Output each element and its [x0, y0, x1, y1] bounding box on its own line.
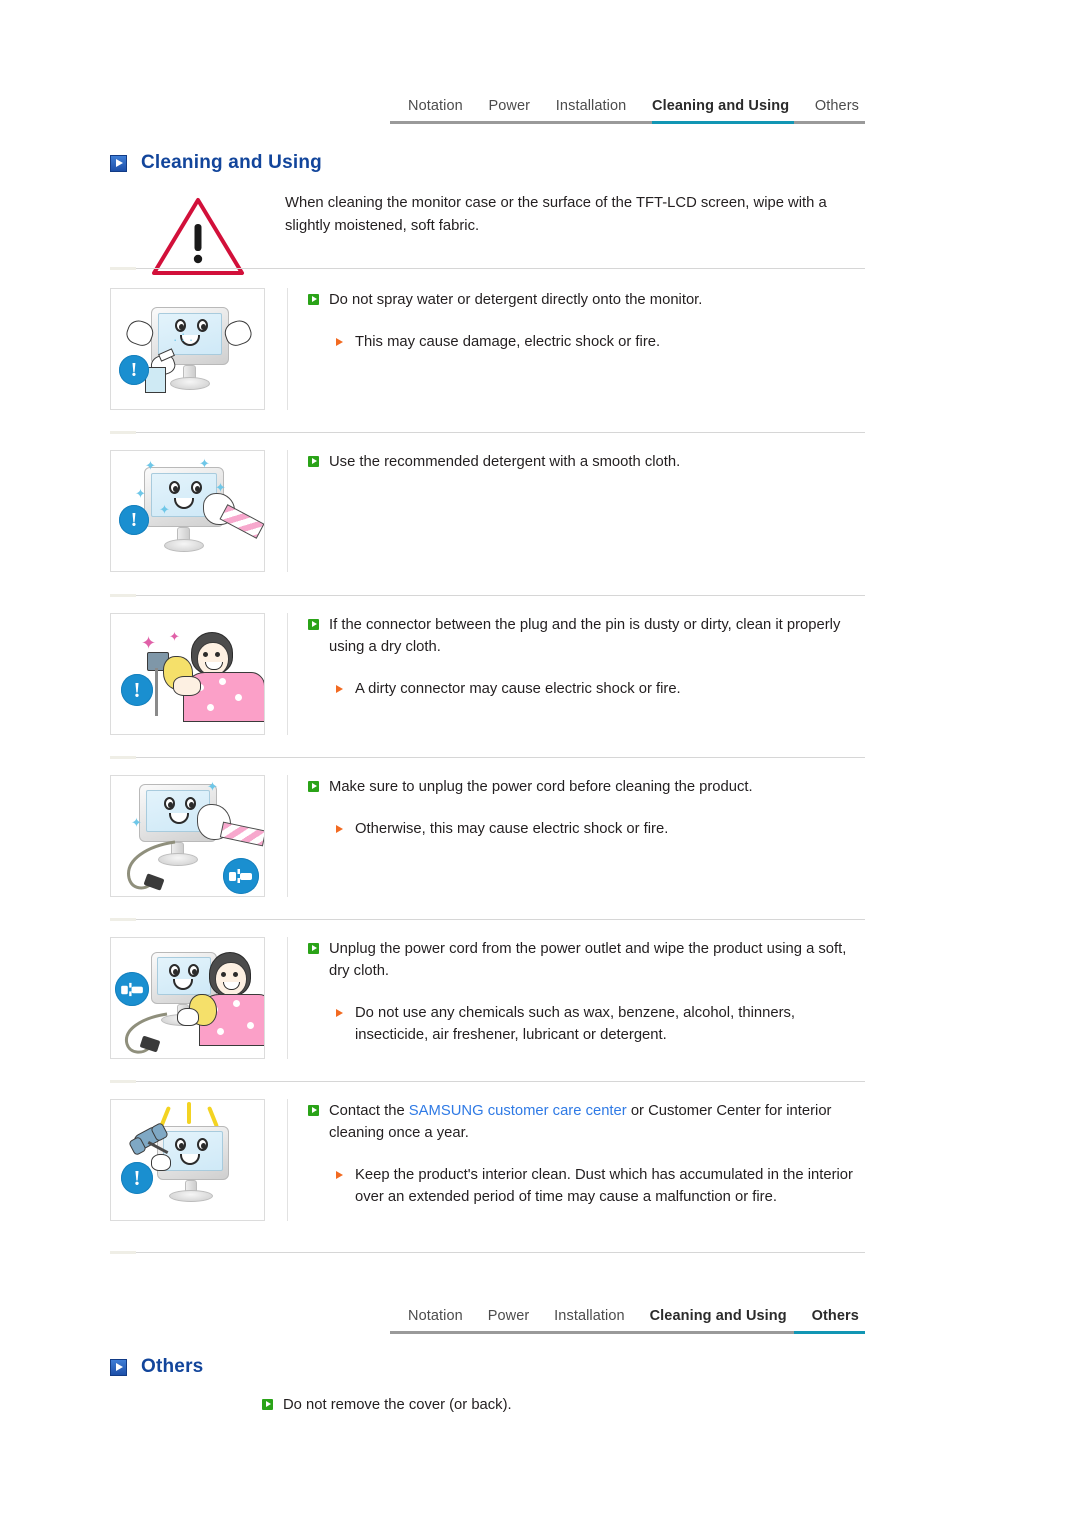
green-play-bullet-icon [308, 943, 319, 954]
separator [110, 1080, 865, 1083]
navigation-tabs-bottom: Notation Power Installation Cleaning and… [390, 1298, 865, 1342]
navigation-tabs-top: Notation Power Installation Cleaning and… [390, 88, 865, 132]
orange-triangle-bullet-icon [336, 825, 343, 833]
instruction-row: ✦ ✦ ✦ ✦ ✦ ! Use the recommended detergen… [110, 450, 868, 572]
instruction-row: ✦ ✦ ! If the connector between the plug … [110, 613, 868, 735]
tab-cleaning-and-using[interactable]: Cleaning and Using [652, 98, 789, 118]
tab-notation-bottom[interactable]: Notation [408, 1308, 463, 1328]
green-play-bullet-icon [308, 456, 319, 467]
orange-triangle-bullet-icon [336, 1171, 343, 1179]
warning-triangle-icon [110, 190, 285, 278]
prohibition-badge-icon: ! [121, 1162, 153, 1194]
orange-triangle-bullet-icon [336, 338, 343, 346]
green-play-bullet-icon [308, 619, 319, 630]
others-title: Others [141, 1356, 204, 1377]
nav-rule-top [390, 121, 865, 124]
warning-block: When cleaning the monitor case or the su… [110, 190, 865, 278]
separator [110, 1251, 865, 1254]
instruction-sub: This may cause damage, electric shock or… [308, 331, 868, 353]
tab-cleaning-and-using-bottom[interactable]: Cleaning and Using [650, 1308, 787, 1328]
page-title: Cleaning and Using [141, 152, 322, 173]
nav-rule-bottom [390, 1331, 865, 1334]
green-play-bullet-icon [262, 1399, 273, 1410]
document-page: Notation Power Installation Cleaning and… [0, 0, 1080, 1528]
monitor-spray-warning-illustration: · · · · ! [110, 288, 265, 410]
separator [110, 756, 865, 759]
others-instruction: Do not remove the cover (or back). [262, 1394, 512, 1416]
contact-service-center-illustration: ! [110, 1099, 265, 1221]
person-wiping-unplugged-monitor-illustration [110, 937, 265, 1059]
unplug-before-cleaning-illustration: ✦ ✦ [110, 775, 265, 897]
prohibition-badge-icon: ! [119, 355, 149, 385]
instruction-main: Make sure to unplug the power cord befor… [308, 776, 868, 798]
tab-others[interactable]: Others [815, 98, 859, 118]
unplug-badge-icon [223, 858, 259, 894]
person-cleaning-plug-illustration: ✦ ✦ ! [110, 613, 265, 735]
instruction-main: Contact the SAMSUNG customer care center… [308, 1100, 868, 1144]
separator [110, 431, 865, 434]
instruction-main: Use the recommended detergent with a smo… [308, 451, 868, 473]
orange-triangle-bullet-icon [336, 1009, 343, 1017]
monitor-wipe-cloth-illustration: ✦ ✦ ✦ ✦ ✦ ! [110, 450, 265, 572]
separator [110, 267, 865, 270]
instruction-row: ! Contact the SAMSUNG customer care cent… [110, 1099, 868, 1221]
active-tab-underline-top [652, 121, 794, 124]
tab-notation[interactable]: Notation [408, 98, 463, 118]
green-play-bullet-icon [308, 1105, 319, 1116]
active-tab-underline-bottom [794, 1331, 865, 1334]
tab-power[interactable]: Power [489, 98, 531, 118]
blue-play-heading-icon [110, 1358, 127, 1376]
tab-installation[interactable]: Installation [556, 98, 627, 118]
instruction-sub: Otherwise, this may cause electric shock… [308, 818, 868, 840]
instruction-sub: Keep the product's interior clean. Dust … [308, 1164, 868, 1208]
instruction-row: · · · · ! Do not spray water or detergen… [110, 288, 868, 410]
section-heading-cleaning-and-using: Cleaning and Using [110, 152, 322, 174]
green-play-bullet-icon [308, 294, 319, 305]
separator [110, 918, 865, 921]
orange-triangle-bullet-icon [336, 685, 343, 693]
separator [110, 594, 865, 597]
green-play-bullet-icon [308, 781, 319, 792]
instruction-main: Unplug the power cord from the power out… [308, 938, 868, 982]
warning-text: When cleaning the monitor case or the su… [285, 195, 827, 234]
instruction-row: Unplug the power cord from the power out… [110, 937, 868, 1059]
instruction-main: Do not spray water or detergent directly… [308, 289, 868, 311]
contact-text: Contact the SAMSUNG customer care center… [329, 1100, 868, 1144]
blue-play-heading-icon [110, 154, 127, 172]
prohibition-badge-icon: ! [119, 505, 149, 535]
tab-power-bottom[interactable]: Power [488, 1308, 530, 1328]
instruction-row: ✦ ✦ Make sure to unplug the power cord b… [110, 775, 868, 897]
section-heading-others: Others [110, 1356, 203, 1378]
instruction-sub: Do not use any chemicals such as wax, be… [308, 1002, 868, 1046]
tab-installation-bottom[interactable]: Installation [554, 1308, 625, 1328]
unplug-badge-icon [115, 972, 149, 1006]
instruction-main: If the connector between the plug and th… [308, 614, 868, 658]
tab-others-bottom[interactable]: Others [812, 1308, 859, 1328]
instruction-sub: A dirty connector may cause electric sho… [308, 678, 868, 700]
prohibition-badge-icon: ! [121, 674, 153, 706]
contact-prefix: Contact the [329, 1103, 409, 1119]
samsung-care-center-link[interactable]: SAMSUNG customer care center [409, 1103, 627, 1119]
